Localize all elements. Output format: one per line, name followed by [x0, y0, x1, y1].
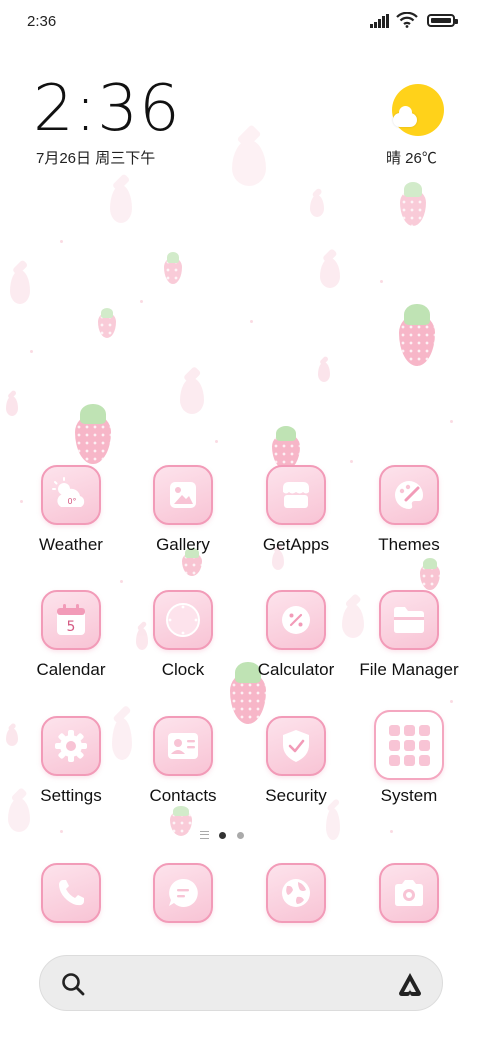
signal-icon — [370, 14, 390, 28]
app-settings[interactable]: Settings — [16, 716, 126, 806]
search-bar[interactable] — [39, 955, 443, 1011]
app-label: Themes — [378, 535, 440, 554]
app-label: GetApps — [262, 535, 330, 554]
weather-icon: 0° — [41, 465, 101, 525]
app-calendar[interactable]: 5 Calendar — [16, 590, 126, 680]
dock-browser[interactable] — [241, 863, 351, 923]
app-weather[interactable]: 0° Weather — [16, 465, 126, 555]
shield-icon — [266, 716, 326, 776]
app-label: File Manager — [359, 660, 459, 679]
status-time: 2:36 — [27, 13, 57, 30]
camera-icon — [379, 863, 439, 923]
dock-messages[interactable] — [128, 863, 238, 923]
clock-icon — [153, 590, 213, 650]
app-label: Security — [265, 786, 327, 805]
app-contacts[interactable]: Contacts — [128, 716, 238, 806]
app-label: System — [380, 786, 438, 805]
app-calculator[interactable]: Calculator — [241, 590, 351, 680]
dock-camera[interactable] — [354, 863, 464, 923]
clock-time: 2:36 — [33, 72, 181, 146]
app-file-manager[interactable]: File Manager — [354, 590, 464, 680]
calendar-icon: 5 — [41, 590, 101, 650]
app-label: Calendar — [36, 660, 106, 679]
app-clock[interactable]: Clock — [128, 590, 238, 680]
contacts-icon — [153, 716, 213, 776]
phone-icon — [41, 863, 101, 923]
dock-phone[interactable] — [16, 863, 126, 923]
app-label: Contacts — [149, 786, 217, 805]
page-dot — [237, 832, 244, 839]
app-gallery[interactable]: Gallery — [128, 465, 238, 555]
page-indicator[interactable] — [200, 830, 250, 842]
weather-temp: 晴 26℃ — [386, 150, 437, 167]
wifi-icon — [396, 12, 418, 28]
app-label: Clock — [161, 660, 205, 679]
themes-icon — [379, 465, 439, 525]
app-label: Gallery — [156, 535, 210, 554]
getapps-icon — [266, 465, 326, 525]
svg-text:5: 5 — [67, 619, 76, 635]
app-label: Settings — [40, 786, 102, 805]
svg-text:0°: 0° — [67, 497, 76, 506]
app-label: Calculator — [257, 660, 335, 679]
system-folder-icon — [374, 710, 444, 780]
search-icon[interactable] — [60, 971, 86, 997]
page-dot-active — [219, 832, 226, 839]
app-security[interactable]: Security — [241, 716, 351, 806]
clock-date: 7月26日 周三下午 — [36, 150, 156, 167]
menu-lines-icon — [200, 831, 209, 839]
assistant-icon[interactable] — [396, 970, 424, 998]
status-bar: 2:36 — [0, 0, 480, 44]
browser-icon — [266, 863, 326, 923]
battery-icon — [427, 14, 458, 27]
app-getapps[interactable]: GetApps — [241, 465, 351, 555]
folder-icon — [379, 590, 439, 650]
message-icon — [153, 863, 213, 923]
gear-icon — [41, 716, 101, 776]
gallery-icon — [153, 465, 213, 525]
app-themes[interactable]: Themes — [354, 465, 464, 555]
cloud-icon — [393, 106, 417, 127]
app-system-folder[interactable]: System — [354, 710, 464, 806]
calculator-icon — [266, 590, 326, 650]
app-label: Weather — [39, 535, 103, 554]
